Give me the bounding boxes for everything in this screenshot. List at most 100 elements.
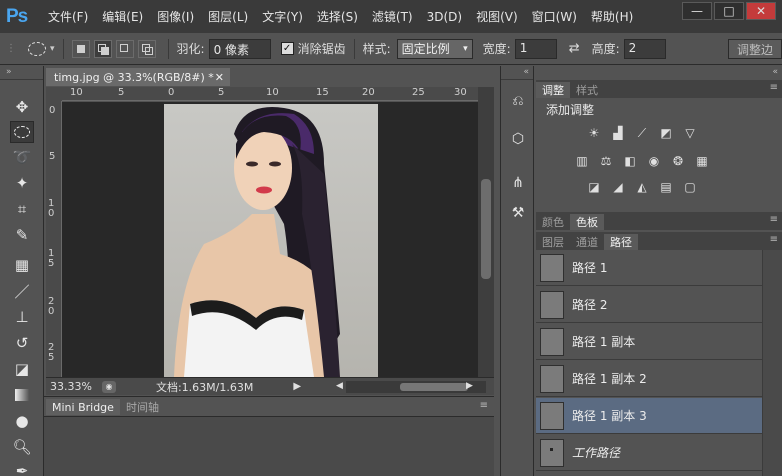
close-button[interactable]: ✕ bbox=[746, 2, 776, 20]
3d-panel-icon[interactable]: ⬡ bbox=[506, 128, 530, 150]
hue-saturation-icon[interactable]: ▥ bbox=[574, 154, 590, 168]
curves-icon[interactable]: ⟋ bbox=[634, 126, 650, 140]
close-tab-icon[interactable]: ✕ bbox=[215, 71, 224, 84]
scroll-right-icon[interactable]: ▶ bbox=[466, 381, 473, 391]
paths-scrollbar[interactable] bbox=[762, 250, 782, 476]
path-row-work-path[interactable]: 工作路径 bbox=[536, 435, 762, 471]
path-row[interactable]: 路径 1 副本 bbox=[536, 324, 762, 360]
elliptical-marquee-tool-icon[interactable] bbox=[10, 121, 34, 143]
zoom-level[interactable]: 33.33% bbox=[50, 380, 92, 393]
healing-brush-tool-icon[interactable]: ▦ bbox=[10, 254, 34, 276]
ruler-origin[interactable] bbox=[46, 87, 62, 101]
panel-menu-icon[interactable]: ≡ bbox=[480, 400, 488, 411]
collapse-right-panels-icon[interactable]: « bbox=[536, 66, 782, 80]
subtract-from-selection-icon[interactable] bbox=[115, 39, 134, 58]
maximize-button[interactable]: □ bbox=[714, 2, 744, 20]
panel-menu-icon[interactable]: ≡ bbox=[770, 82, 778, 93]
move-tool-icon[interactable]: ✥ bbox=[10, 96, 34, 118]
black-white-icon[interactable]: ◧ bbox=[622, 154, 638, 168]
history-panel-icon[interactable]: ⎌ bbox=[506, 90, 530, 112]
vibrance-icon[interactable]: ▽ bbox=[682, 126, 698, 140]
selective-color-icon[interactable]: ▢ bbox=[682, 180, 698, 194]
status-arrow-icon[interactable]: ▶ bbox=[293, 381, 301, 392]
menu-window[interactable]: 窗口(W) bbox=[532, 8, 577, 25]
menu-help[interactable]: 帮助(H) bbox=[591, 8, 633, 25]
document-tab[interactable]: timg.jpg @ 33.3%(RGB/8#) * ✕ bbox=[46, 68, 230, 86]
tool-presets-icon[interactable]: ⚒ bbox=[506, 202, 530, 224]
scroll-left-icon[interactable]: ◀ bbox=[336, 381, 343, 391]
color-balance-icon[interactable]: ⚖ bbox=[598, 154, 614, 168]
menu-file[interactable]: 文件(F) bbox=[48, 8, 88, 25]
brightness-contrast-icon[interactable]: ☀ bbox=[586, 126, 602, 140]
menu-select[interactable]: 选择(S) bbox=[317, 8, 358, 25]
tab-mini-bridge[interactable]: Mini Bridge bbox=[46, 399, 120, 415]
invert-icon[interactable]: ◪ bbox=[586, 180, 602, 194]
tab-layers[interactable]: 图层 bbox=[536, 234, 570, 250]
tab-color[interactable]: 颜色 bbox=[536, 214, 570, 230]
feather-input[interactable]: 0 像素 bbox=[208, 38, 271, 59]
document-image[interactable] bbox=[164, 104, 378, 377]
photo-filter-icon[interactable]: ◉ bbox=[646, 154, 662, 168]
style-select[interactable]: 固定比例 ▾ bbox=[396, 38, 473, 59]
vertical-scrollbar[interactable] bbox=[478, 87, 494, 377]
eraser-tool-icon[interactable]: ◪ bbox=[10, 358, 34, 380]
gradient-map-icon[interactable]: ▤ bbox=[658, 180, 674, 194]
width-input[interactable]: 1 bbox=[514, 38, 557, 59]
pen-tool-icon[interactable]: ✒ bbox=[10, 460, 34, 476]
panel-menu-icon[interactable]: ≡ bbox=[770, 214, 778, 225]
height-input[interactable]: 2 bbox=[623, 38, 666, 59]
history-brush-tool-icon[interactable]: ↺ bbox=[10, 332, 34, 354]
tab-paths[interactable]: 路径 bbox=[604, 234, 638, 250]
elliptical-marquee-preset-icon[interactable] bbox=[28, 41, 46, 56]
menu-edit[interactable]: 编辑(E) bbox=[102, 8, 143, 25]
menu-type[interactable]: 文字(Y) bbox=[262, 8, 303, 25]
color-lookup-icon[interactable]: ▦ bbox=[694, 154, 710, 168]
intersect-selection-icon[interactable] bbox=[137, 39, 156, 58]
vertical-ruler[interactable]: 0 5 1 0 1 5 2 0 2 5 bbox=[46, 101, 62, 377]
horizontal-ruler[interactable]: 10 5 0 5 10 15 20 25 30 bbox=[62, 87, 478, 101]
gradient-tool-icon[interactable] bbox=[10, 384, 34, 406]
channel-mixer-icon[interactable]: ❂ bbox=[670, 154, 686, 168]
refine-edge-button[interactable]: 调整边 bbox=[727, 39, 782, 59]
brush-tool-icon[interactable]: ／ bbox=[10, 280, 34, 302]
path-row[interactable]: 路径 1 副本 2 bbox=[536, 361, 762, 397]
posterize-icon[interactable]: ◢ bbox=[610, 180, 626, 194]
path-row-selected[interactable]: 路径 1 副本 3 bbox=[536, 398, 762, 434]
path-row[interactable]: 路径 1 bbox=[536, 250, 762, 286]
horizontal-scrollbar-thumb[interactable] bbox=[400, 383, 468, 391]
add-to-selection-icon[interactable] bbox=[93, 39, 112, 58]
horizontal-scrollbar[interactable] bbox=[346, 381, 486, 393]
eyedropper-tool-icon[interactable]: ✎ bbox=[10, 224, 34, 246]
dodge-tool-icon[interactable]: 🔍︎ bbox=[10, 436, 34, 458]
new-selection-icon[interactable] bbox=[71, 39, 90, 58]
collapse-toolbox-icon[interactable]: » bbox=[0, 66, 43, 80]
lasso-tool-icon[interactable]: ➰ bbox=[10, 146, 34, 168]
path-row[interactable]: 路径 2 bbox=[536, 287, 762, 323]
tab-swatches[interactable]: 色板 bbox=[570, 214, 604, 230]
menu-filter[interactable]: 滤镜(T) bbox=[372, 8, 413, 25]
tab-channels[interactable]: 通道 bbox=[570, 234, 604, 250]
menu-3d[interactable]: 3D(D) bbox=[427, 10, 462, 24]
tab-timeline[interactable]: 时间轴 bbox=[120, 399, 165, 415]
status-menu-icon[interactable]: ◉ bbox=[101, 380, 116, 393]
preset-dropdown-icon[interactable]: ▾ bbox=[50, 44, 55, 54]
brush-presets-icon[interactable]: ⋔ bbox=[506, 172, 530, 194]
blur-tool-icon[interactable]: ● bbox=[10, 410, 34, 432]
swap-dimensions-icon[interactable]: ⇄ bbox=[569, 41, 580, 56]
menu-view[interactable]: 视图(V) bbox=[476, 8, 518, 25]
minimize-button[interactable]: — bbox=[682, 2, 712, 20]
menu-layer[interactable]: 图层(L) bbox=[208, 8, 248, 25]
magic-wand-tool-icon[interactable]: ✦ bbox=[10, 172, 34, 194]
tab-styles[interactable]: 样式 bbox=[570, 82, 604, 98]
exposure-icon[interactable]: ◩ bbox=[658, 126, 674, 140]
vertical-scrollbar-thumb[interactable] bbox=[481, 179, 491, 279]
threshold-icon[interactable]: ◭ bbox=[634, 180, 650, 194]
menu-image[interactable]: 图像(I) bbox=[157, 8, 194, 25]
crop-tool-icon[interactable]: ⌗ bbox=[10, 198, 34, 220]
tab-adjustments[interactable]: 调整 bbox=[536, 82, 570, 98]
levels-icon[interactable]: ▟ bbox=[610, 126, 626, 140]
canvas-area[interactable] bbox=[62, 102, 478, 377]
panel-menu-icon[interactable]: ≡ bbox=[770, 234, 778, 245]
collapse-panels-icon[interactable]: « bbox=[501, 66, 533, 80]
antialias-checkbox[interactable]: ✓ bbox=[280, 42, 294, 55]
